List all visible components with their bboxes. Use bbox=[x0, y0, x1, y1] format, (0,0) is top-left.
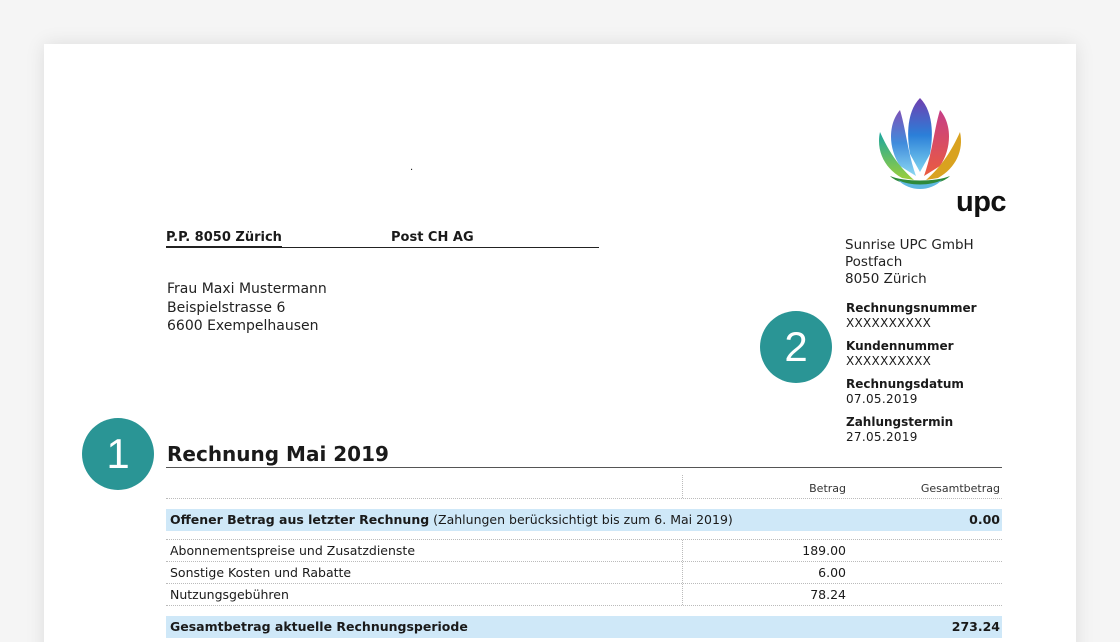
meta-value: XXXXXXXXXX bbox=[846, 354, 932, 368]
meta-due-date: Zahlungstermin 27.05.2019 bbox=[846, 415, 977, 445]
pp-carrier: Post CH AG bbox=[391, 230, 474, 245]
item-amount: 6.00 bbox=[818, 565, 846, 580]
invoice-meta: Rechnungsnummer XXXXXXXXXX Kundennummer … bbox=[846, 301, 977, 453]
sender-company: Sunrise UPC GmbH bbox=[845, 237, 974, 253]
pp-address-line: P.P. 8050 Zürich Post CH AG bbox=[166, 230, 599, 248]
title-divider bbox=[166, 467, 1002, 468]
period-total-value: 273.24 bbox=[951, 619, 1000, 634]
open-amount-label-bold: Offener Betrag aus letzter Rechnung bbox=[170, 512, 430, 527]
invoice-title: Rechnung Mai 2019 bbox=[167, 442, 389, 466]
meta-customer-number: Kundennummer XXXXXXXXXX bbox=[846, 339, 977, 369]
open-amount-note: (Zahlungen berücksichtigt bis zum 6. Mai… bbox=[429, 512, 733, 527]
table-row: Sonstige Kosten und Rabatte 6.00 bbox=[166, 562, 1002, 584]
open-amount-total: 0.00 bbox=[969, 512, 1000, 527]
stray-dot: . bbox=[410, 162, 414, 173]
meta-invoice-number: Rechnungsnummer XXXXXXXXXX bbox=[846, 301, 977, 331]
column-separator bbox=[682, 584, 683, 605]
meta-label: Rechnungsdatum bbox=[846, 377, 964, 391]
table-spacer bbox=[166, 531, 1002, 540]
column-separator bbox=[682, 475, 683, 498]
item-label: Nutzungsgebühren bbox=[170, 587, 289, 602]
recipient-name: Frau Maxi Mustermann bbox=[167, 281, 327, 297]
sender-postbox: Postfach bbox=[845, 254, 903, 270]
meta-invoice-date: Rechnungsdatum 07.05.2019 bbox=[846, 377, 977, 407]
callout-badge-2: 2 bbox=[760, 311, 832, 383]
period-total-row: Gesamtbetrag aktuelle Rechnungsperiode 2… bbox=[166, 616, 1002, 638]
meta-value: 07.05.2019 bbox=[846, 392, 918, 406]
invoice-page: . upc P.P. 8050 Zürich Post CH AG Frau M… bbox=[44, 44, 1076, 642]
table-header: Betrag Gesamtbetrag bbox=[166, 475, 1002, 499]
recipient-street: Beispielstrasse 6 bbox=[167, 299, 286, 316]
open-amount-label: Offener Betrag aus letzter Rechnung (Zah… bbox=[170, 512, 733, 527]
upc-logo-icon bbox=[878, 98, 962, 189]
pp-postmark: P.P. 8050 Zürich bbox=[166, 230, 282, 248]
callout-badge-1: 1 bbox=[82, 418, 154, 490]
table-row: Nutzungsgebühren 78.24 bbox=[166, 584, 1002, 606]
column-separator bbox=[682, 562, 683, 583]
header-amount: Betrag bbox=[809, 482, 846, 495]
meta-label: Zahlungstermin bbox=[846, 415, 954, 429]
period-total-label: Gesamtbetrag aktuelle Rechnungsperiode bbox=[170, 619, 468, 634]
recipient-address: Frau Maxi Mustermann Beispielstrasse 6 6… bbox=[167, 280, 327, 336]
sender-address: Sunrise UPC GmbH Postfach 8050 Zürich bbox=[845, 237, 974, 288]
invoice-table: Betrag Gesamtbetrag Offener Betrag aus l… bbox=[166, 475, 1002, 638]
sender-city: 8050 Zürich bbox=[845, 271, 927, 287]
item-label: Abonnementspreise und Zusatzdienste bbox=[170, 543, 416, 558]
recipient-city: 6600 Exempelhausen bbox=[167, 318, 319, 334]
meta-value: XXXXXXXXXX bbox=[846, 316, 932, 330]
meta-label: Kundennummer bbox=[846, 339, 954, 353]
column-separator bbox=[682, 540, 683, 561]
item-amount: 189.00 bbox=[802, 543, 846, 558]
item-label: Sonstige Kosten und Rabatte bbox=[170, 565, 352, 580]
header-total: Gesamtbetrag bbox=[920, 482, 1000, 495]
table-row: Abonnementspreise und Zusatzdienste 189.… bbox=[166, 540, 1002, 562]
upc-logo-text: upc bbox=[956, 186, 1007, 218]
item-amount: 78.24 bbox=[810, 587, 846, 602]
meta-value: 27.05.2019 bbox=[846, 430, 918, 444]
open-amount-row: Offener Betrag aus letzter Rechnung (Zah… bbox=[166, 509, 1002, 531]
meta-label: Rechnungsnummer bbox=[846, 301, 977, 315]
